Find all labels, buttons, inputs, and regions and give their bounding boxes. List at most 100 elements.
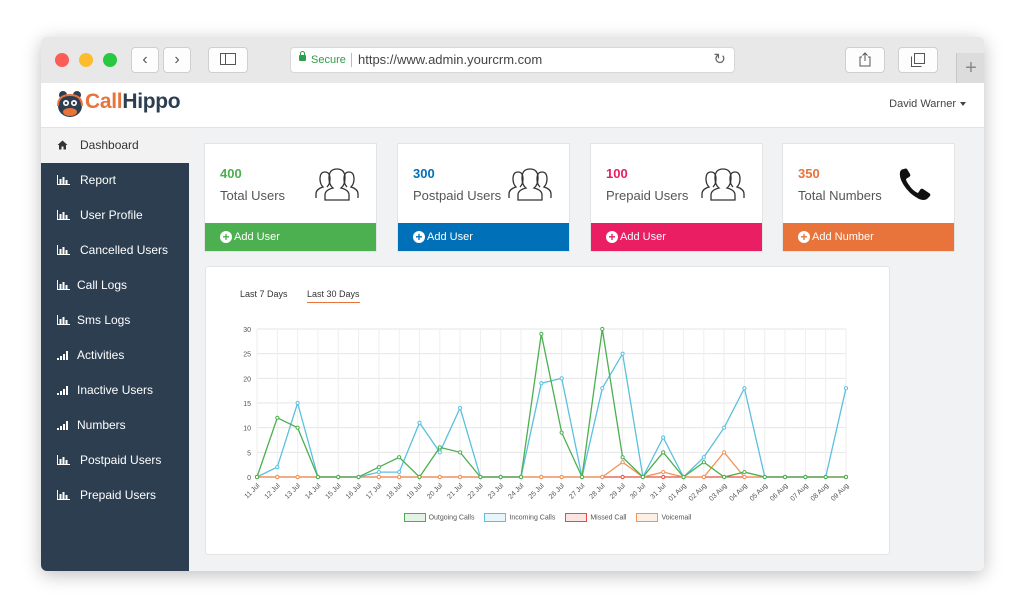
data-point (478, 474, 483, 480)
legend-item[interactable]: Voicemail (636, 513, 691, 522)
sidebar-item-postpaid-users[interactable]: Postpaid Users (41, 443, 189, 478)
data-point (437, 450, 442, 455)
bar-chart-icon (57, 478, 70, 513)
card-value: 100 (606, 166, 628, 181)
card-total-numbers: 350 Total Numbers + Add Number (782, 143, 955, 252)
sidebar-item-report[interactable]: Report (41, 163, 189, 198)
data-point (762, 474, 767, 480)
x-tick-label: 23 Jul (487, 482, 505, 500)
card-label: Postpaid Users (413, 188, 502, 203)
card-prepaid-users: 100 Prepaid Users + Add User (590, 143, 763, 252)
caret-down-icon (960, 102, 966, 107)
maximize-window-button[interactable] (103, 53, 117, 67)
legend-item[interactable]: Missed Call (565, 513, 627, 522)
data-point (539, 474, 544, 480)
reload-icon[interactable]: ↻ (713, 48, 726, 72)
x-tick-label: 02 Aug (688, 482, 708, 502)
add-number-button[interactable]: + Add Number (783, 223, 954, 251)
sidebar-item-label: Prepaid Users (80, 488, 157, 502)
share-icon (859, 52, 871, 67)
phone-icon (899, 168, 931, 200)
sidebar-item-inactive-users[interactable]: Inactive Users (41, 373, 189, 408)
sidebar-item-sms-logs[interactable]: Sms Logs (41, 303, 189, 338)
bar-chart-icon (57, 233, 70, 268)
sidebar-toggle-button[interactable] (208, 47, 248, 73)
y-tick-label: 0 (247, 475, 251, 482)
data-point (336, 474, 341, 480)
data-point (376, 474, 381, 480)
data-point (437, 474, 442, 480)
data-point (518, 474, 524, 480)
data-point (803, 474, 808, 480)
data-point (742, 386, 747, 391)
data-point (376, 465, 381, 470)
chart-legend: Outgoing Calls Incoming Calls Missed Cal… (206, 513, 889, 522)
share-button[interactable] (845, 47, 885, 73)
x-tick-label: 24 Jul (507, 482, 525, 500)
x-tick-label: 16 Jul (345, 482, 363, 500)
x-tick-label: 04 Aug (728, 482, 748, 502)
sidebar-item-prepaid-users[interactable]: Prepaid Users (41, 478, 189, 513)
x-tick-label: 18 Jul (385, 482, 403, 500)
data-point (701, 474, 706, 480)
user-menu[interactable]: David Warner (889, 98, 966, 110)
back-icon: ‹ (142, 51, 148, 68)
x-tick-label: 28 Jul (589, 482, 607, 500)
sidebar-item-dashboard[interactable]: Dashboard (41, 128, 189, 163)
legend-label: Voicemail (661, 514, 692, 522)
data-point (600, 386, 605, 391)
card-action-label: Add User (427, 231, 473, 243)
bar-chart-icon (57, 268, 70, 303)
sidebar-item-activities[interactable]: Activities (41, 338, 189, 373)
signal-icon (57, 338, 69, 373)
sidebar-item-label: Numbers (77, 418, 126, 432)
sidebar-item-user-profile[interactable]: User Profile (41, 198, 189, 233)
y-tick-label: 10 (243, 426, 251, 433)
calls-chart-panel: Last 7 Days Last 30 Days 0 5 10 15 20 25 30 11 … (205, 266, 890, 555)
x-tick-label: 20 Jul (426, 482, 444, 500)
logo-text-hippo: Hippo (122, 90, 181, 113)
data-point (275, 465, 280, 470)
legend-swatch (565, 513, 588, 522)
forward-button[interactable]: › (163, 47, 191, 73)
card-label: Prepaid Users (606, 188, 689, 203)
sidebar-item-call-logs[interactable]: Call Logs (41, 268, 189, 303)
sidebar-item-cancelled-users[interactable]: Cancelled Users (41, 233, 189, 268)
data-point (620, 351, 625, 356)
app-header: CallHippo David Warner (41, 83, 984, 128)
data-point (640, 474, 645, 480)
minimize-window-button[interactable] (79, 53, 93, 67)
close-window-button[interactable] (55, 53, 69, 67)
data-point (559, 376, 564, 381)
data-point (701, 455, 706, 460)
legend-item[interactable]: Outgoing Calls (403, 513, 474, 522)
lock-icon (299, 51, 306, 61)
x-tick-label: 05 Aug (749, 482, 769, 502)
add-user-button[interactable]: + Add User (205, 223, 376, 251)
data-point (661, 450, 666, 455)
signal-icon (57, 408, 69, 443)
legend-item[interactable]: Incoming Calls (484, 513, 555, 522)
address-bar[interactable]: Secure https://www.admin.yourcrm.com ↻ (290, 47, 735, 73)
new-tab-button[interactable]: + (956, 53, 984, 83)
data-point (559, 474, 564, 480)
x-tick-label: 09 Aug (830, 482, 850, 502)
app-logo[interactable]: CallHippo (85, 90, 181, 114)
x-tick-label: 06 Aug (769, 482, 789, 502)
sidebar-item-label: Cancelled Users (80, 243, 169, 257)
back-button[interactable]: ‹ (131, 47, 159, 73)
add-user-button[interactable]: + Add User (398, 223, 569, 251)
tabs-button[interactable] (898, 47, 938, 73)
data-point (417, 420, 422, 425)
plus-circle-icon: + (220, 231, 232, 243)
sidebar-item-numbers[interactable]: Numbers (41, 408, 189, 443)
data-point (559, 430, 564, 435)
sidebar-toggle-icon (220, 53, 236, 65)
x-tick-label: 30 Jul (629, 482, 647, 500)
data-point (356, 474, 361, 480)
y-tick-label: 5 (247, 450, 251, 457)
add-user-button[interactable]: + Add User (591, 223, 762, 251)
card-value: 350 (798, 166, 820, 181)
x-tick-label: 26 Jul (548, 482, 566, 500)
sidebar-item-label: Call Logs (77, 278, 128, 292)
